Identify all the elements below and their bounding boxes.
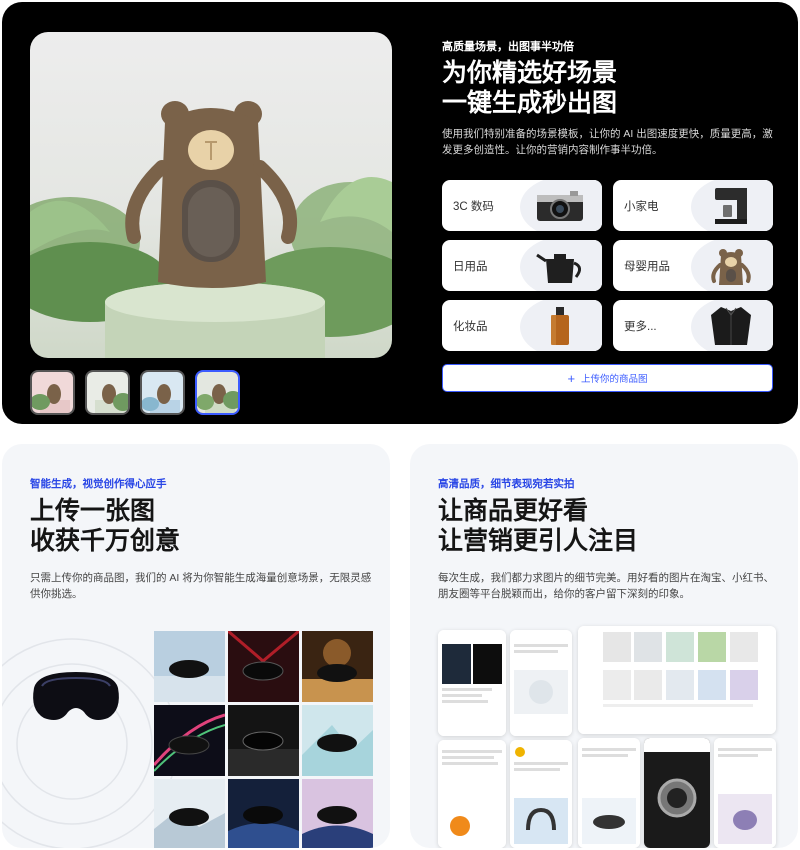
category-label: 3C 数码: [453, 201, 494, 213]
hero-section: 高质量场景，出图事半功倍 为你精选好场景 一键生成秒出图 使用我们特别准备的场景…: [2, 2, 798, 424]
social-post-mockup: [510, 740, 572, 848]
category-label: 化妆品: [453, 321, 488, 333]
thumbnail-strip: [30, 370, 240, 415]
coffee-machine-icon: [715, 188, 747, 224]
vr-headset-image: [33, 672, 119, 720]
generated-scene-image: [302, 705, 373, 776]
category-card-daily[interactable]: 日用品: [442, 240, 602, 291]
category-label: 更多...: [624, 321, 657, 333]
shopping-feed-mockup: [578, 626, 776, 734]
social-post-mockup: [578, 738, 640, 848]
platform-screenshots: [438, 626, 776, 848]
category-label: 小家电: [624, 201, 659, 213]
generated-scene-image: [228, 705, 299, 776]
hero-title-line: 一键生成秒出图: [442, 89, 618, 117]
generated-scene-image: [154, 631, 225, 702]
card-description: 只需上传你的商品图，我们的 AI 将为你智能生成海量创意场景，无限灵感供你挑选。: [30, 572, 372, 600]
social-post-mockup: [510, 630, 572, 736]
social-post-mockup: [438, 630, 506, 736]
generated-scene-image: [302, 779, 373, 848]
hero-description: 使用我们特别准备的场景模板，让你的 AI 出图速度更快，质量更高，激发更多创造性…: [442, 128, 773, 156]
hero-title-line: 为你精选好场景: [442, 59, 618, 87]
hero-eyebrow: 高质量场景，出图事半功倍: [442, 41, 574, 53]
generated-scenes-grid: [154, 631, 373, 848]
feature-card-quality: 高清品质，细节表现宛若实拍 让商品更好看 让营销更引人注目 每次生成，我们都力求…: [410, 444, 798, 848]
upload-product-button[interactable]: + 上传你的商品图: [442, 364, 773, 392]
social-post-mockup: [714, 738, 776, 848]
shirt-icon: [711, 307, 751, 345]
card-title-line: 收获千万创意: [30, 527, 181, 555]
category-label: 母婴用品: [624, 261, 670, 273]
product-scene-image: [30, 32, 392, 358]
card-description: 每次生成，我们都力求图片的细节完美。用好看的图片在淘宝、小红书、朋友圈等平台脱颖…: [438, 572, 774, 600]
category-grid: 3C 数码 小家电 日用品 母婴用品 化妆品 更多...: [442, 180, 773, 351]
generated-scene-image: [228, 779, 299, 848]
kettle-icon: [536, 253, 581, 283]
generated-scene-image: [154, 705, 225, 776]
perfume-bottle-icon: [551, 307, 569, 345]
card-title-line: 让营销更引人注目: [438, 527, 639, 555]
category-label: 日用品: [453, 261, 488, 273]
card-eyebrow: 智能生成，视觉创作得心应手: [30, 478, 167, 490]
category-card-3c[interactable]: 3C 数码: [442, 180, 602, 231]
camera-icon: [537, 191, 583, 221]
category-card-more[interactable]: 更多...: [613, 300, 773, 351]
scene-thumbnail[interactable]: [30, 370, 75, 415]
card-title-line: 让商品更好看: [438, 497, 589, 525]
social-post-mockup: [438, 740, 506, 848]
product-ad-mockup: [644, 738, 710, 848]
card-title: 上传一张图 收获千万创意: [30, 496, 180, 556]
feature-card-generate: 智能生成，视觉创作得心应手 上传一张图 收获千万创意 只需上传你的商品图，我们的…: [2, 444, 390, 848]
card-title: 让商品更好看 让营销更引人注目: [438, 496, 638, 556]
category-card-appliance[interactable]: 小家电: [613, 180, 773, 231]
card-title-line: 上传一张图: [30, 497, 156, 525]
hero-title: 为你精选好场景 一键生成秒出图: [442, 58, 617, 118]
card-eyebrow: 高清品质，细节表现宛若实拍: [438, 478, 575, 490]
category-card-cosmetics[interactable]: 化妆品: [442, 300, 602, 351]
category-card-baby[interactable]: 母婴用品: [613, 240, 773, 291]
plus-icon: +: [567, 370, 576, 386]
upload-button-label: 上传你的商品图: [581, 374, 648, 385]
scene-thumbnail[interactable]: [85, 370, 130, 415]
bear-humidifier-icon: [711, 249, 751, 285]
generated-scene-image: [154, 779, 225, 848]
generated-scene-image: [302, 631, 373, 702]
generated-scene-image: [228, 631, 299, 702]
scene-thumbnail-selected[interactable]: [195, 370, 240, 415]
scene-thumbnail[interactable]: [140, 370, 185, 415]
